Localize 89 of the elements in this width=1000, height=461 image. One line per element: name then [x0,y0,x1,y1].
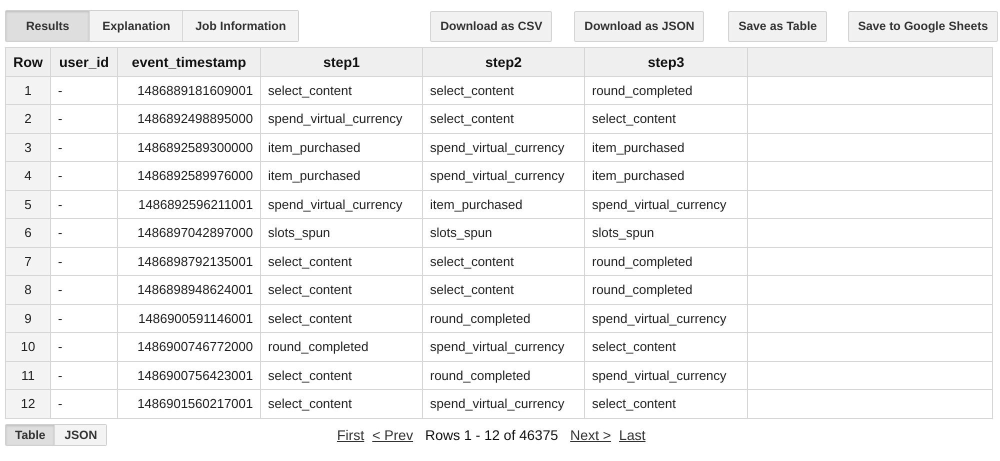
table-cell: item_purchased [260,162,422,190]
table-cell: 1486900591146001 [118,304,260,332]
table-cell: - [50,304,118,332]
row-number: 8 [6,276,50,304]
row-number: 4 [6,162,50,190]
row-number: 2 [6,104,50,133]
row-number: 3 [6,133,50,162]
table-cell: select_content [422,276,584,304]
column-header: step3 [584,48,748,76]
row-number: 9 [6,304,50,332]
table-cell: item_purchased [260,133,422,162]
table-cell: item_purchased [584,162,748,190]
row-number: 6 [6,218,50,247]
first-link[interactable]: First [337,426,364,442]
table-cell: 1486892589300000 [118,133,260,162]
table-cell: - [50,133,118,162]
tab[interactable]: Results [6,11,90,41]
table-cell: 1486889181609001 [118,76,260,104]
table-cell: select_content [260,276,422,304]
column-header: user_id [50,48,118,76]
table-cell: - [50,332,118,361]
table-cell: 1486892589976000 [118,162,260,190]
table-cell: round_completed [260,332,422,361]
table-cell: - [50,276,118,304]
table-cell: 1486892498895000 [118,104,260,133]
column-header: Row [6,48,50,76]
row-number: 11 [6,361,50,390]
table-cell: - [50,190,118,218]
next-link[interactable]: Next > [570,426,612,442]
table-cell: select_content [584,104,748,133]
table-cell: select_content [260,304,422,332]
table-cell: select_content [422,76,584,104]
table-cell: spend_virtual_currency [422,332,584,361]
table-cell: round_completed [584,76,748,104]
table-cell: spend_virtual_currency [260,104,422,133]
row-number: 1 [6,76,50,104]
table-cell: round_completed [584,276,748,304]
table-cell: slots_spun [422,218,584,247]
row-number: 7 [6,247,50,276]
action-button[interactable]: Download as CSV [430,10,552,42]
table-cell: - [50,247,118,276]
column-header: step2 [422,48,584,76]
table-cell: select_content [584,332,748,361]
table-cell: select_content [260,390,422,418]
table-cell: - [50,218,118,247]
table-cell: 1486892596211001 [118,190,260,218]
table-cell: 1486901560217001 [118,390,260,418]
row-number: 5 [6,190,50,218]
row-number: 12 [6,390,50,418]
table-cell: 1486897042897000 [118,218,260,247]
table-cell: select_content [422,247,584,276]
table-cell: - [50,390,118,418]
table-cell: - [50,76,118,104]
table-cell: - [50,361,118,390]
column-header: step1 [260,48,422,76]
table-cell: 1486900746772000 [118,332,260,361]
table-cell: select_content [260,247,422,276]
table-cell: select_content [260,361,422,390]
table-cell: 1486898948624001 [118,276,260,304]
table-cell: spend_virtual_currency [584,361,748,390]
table-cell: select_content [260,76,422,104]
table-cell: select_content [422,104,584,133]
action-button[interactable]: Download as JSON [574,10,704,42]
table-cell: slots_spun [584,218,748,247]
tab[interactable]: Table [6,424,56,444]
table-cell: round_completed [422,361,584,390]
table-cell: item_purchased [422,190,584,218]
prev-link[interactable]: < Prev [372,426,414,442]
table-cell: slots_spun [260,218,422,247]
table-cell: spend_virtual_currency [584,190,748,218]
table-cell: spend_virtual_currency [422,162,584,190]
table-cell: spend_virtual_currency [584,304,748,332]
action-button[interactable]: Save to Google Sheets [848,10,998,42]
table-cell: - [50,162,118,190]
table-cell: item_purchased [584,133,748,162]
table-cell: spend_virtual_currency [260,190,422,218]
action-button[interactable]: Save as Table [728,10,827,42]
table-cell: round_completed [422,304,584,332]
table-cell: spend_virtual_currency [422,133,584,162]
rows-status: Rows 1 - 12 of 46375 [425,426,558,442]
table-cell: 1486900756423001 [118,361,260,390]
table-cell: - [50,104,118,133]
column-header: event_timestamp [118,48,260,76]
table-cell: 1486898792135001 [118,247,260,276]
row-number: 10 [6,332,50,361]
table-cell: round_completed [584,247,748,276]
table-cell: spend_virtual_currency [422,390,584,418]
table-cell: select_content [584,390,748,418]
last-link[interactable]: Last [619,426,646,442]
